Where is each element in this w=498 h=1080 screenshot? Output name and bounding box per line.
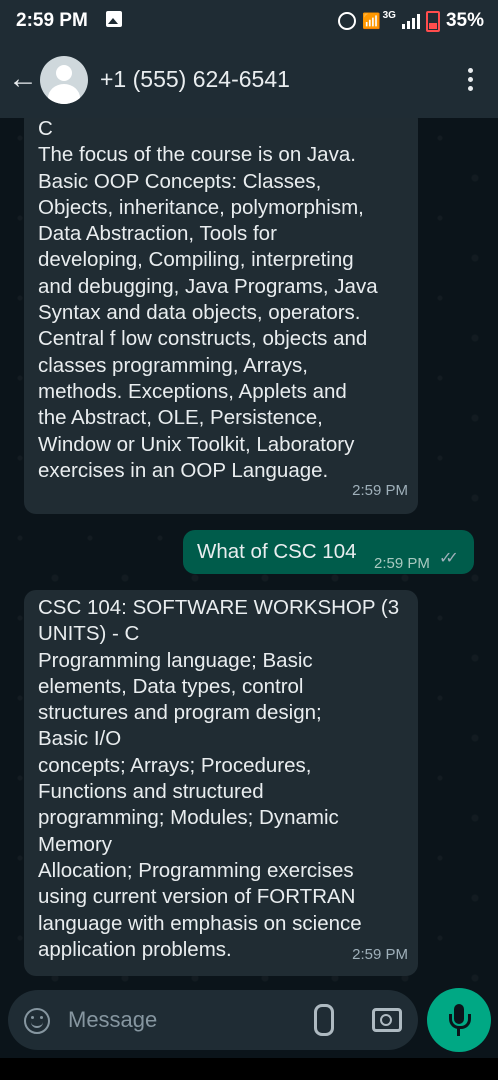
signal-icon: [401, 13, 420, 29]
avatar-head: [56, 65, 72, 81]
message-time: 2:59 PM: [374, 555, 430, 572]
mic-icon-leg: [457, 1028, 460, 1036]
message-time: 2:59 PM: [352, 945, 408, 963]
message-text: C The focus of the course is on Java. Ba…: [38, 118, 378, 482]
message-input[interactable]: Message: [68, 1007, 157, 1033]
gallery-icon: [106, 11, 122, 27]
attach-icon[interactable]: [314, 1004, 334, 1036]
message-composer[interactable]: Message: [8, 990, 418, 1050]
battery-level: 35%: [445, 10, 484, 31]
message-text: What of CSC 104: [197, 540, 357, 563]
message-bubble-incoming[interactable]: CSC 104: SOFTWARE WORKSHOP (3 UNITS) - C…: [24, 590, 418, 976]
more-options-icon[interactable]: [468, 68, 474, 91]
avatar[interactable]: [40, 56, 88, 104]
camera-icon[interactable]: [372, 1008, 402, 1032]
message-bubble-outgoing[interactable]: What of CSC 104 2:59 PM ✓✓: [183, 530, 474, 574]
back-arrow-icon[interactable]: ←: [8, 64, 38, 94]
mic-button[interactable]: [427, 988, 491, 1052]
system-nav-bar: [0, 1058, 498, 1080]
message-text: CSC 104: SOFTWARE WORKSHOP (3 UNITS) - C…: [38, 596, 400, 961]
battery-icon: [425, 10, 440, 32]
status-bar: 2:59 PM 📶 3G 35%: [0, 0, 498, 42]
message-bubble-incoming[interactable]: C The focus of the course is on Java. Ba…: [24, 118, 418, 514]
status-time: 2:59 PM: [16, 10, 88, 31]
alarm-icon: [337, 12, 356, 30]
network-type: 3G: [382, 9, 396, 21]
wifi-icon: 📶: [361, 13, 381, 30]
message-time: 2:59 PM: [352, 481, 408, 499]
emoji-icon[interactable]: [24, 1008, 50, 1034]
avatar-body: [48, 84, 80, 104]
read-receipt-icon: ✓✓: [439, 550, 459, 567]
contact-name[interactable]: +1 (555) 624-6541: [100, 66, 290, 93]
chat-header: ← +1 (555) 624-6541: [0, 42, 498, 118]
message-list[interactable]: C The focus of the course is on Java. Ba…: [0, 118, 498, 988]
status-icons: 📶 3G 35%: [337, 9, 484, 32]
mic-icon-stand: [449, 1014, 471, 1029]
